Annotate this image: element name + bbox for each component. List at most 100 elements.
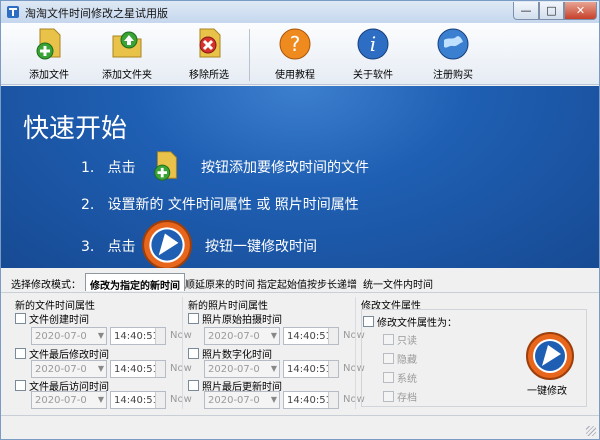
one-key-modify-button[interactable] [525, 331, 575, 381]
window-title: 淘淘文件时间修改之星试用版 [25, 7, 168, 20]
one-key-modify-label: 一键修改 [527, 386, 567, 397]
tutorial-button[interactable]: ? 使用教程 [263, 26, 327, 82]
mode-bar: 选择修改模式： 修改为指定的新时间 顺延原来的时间 指定起始值按步长递增 统一文… [1, 269, 599, 293]
remove-selected-label: 移除所选 [189, 70, 229, 81]
file-modified-date[interactable]: 2020-07-0 ▼ [31, 360, 107, 378]
file-time-panel: 新的文件时间属性 文件创建时间 2020-07-0 ▼ 14:40:51 Now … [15, 297, 192, 409]
panel-divider [182, 297, 183, 409]
tab-postpone-time[interactable]: 顺延原来的时间 [181, 273, 259, 291]
photo-digitized-row[interactable]: 照片数字化时间 [188, 346, 272, 361]
one-key-modify-icon [142, 220, 192, 268]
step-1-pre: 点击 [107, 160, 136, 176]
photo-digitized-label: 照片数字化时间 [202, 350, 272, 361]
step-1-post: 按钮添加要修改时间的文件 [201, 160, 369, 176]
step-3-pre: 点击 [107, 239, 136, 255]
add-file-label: 添加文件 [29, 70, 69, 81]
step-3-number: 3. [81, 239, 95, 255]
file-created-checkbox[interactable] [15, 313, 26, 324]
archive-option[interactable]: 存档 [383, 389, 417, 404]
readonly-option[interactable]: 只读 [383, 332, 417, 347]
status-bar [1, 415, 599, 439]
file-modified-time[interactable]: 14:40:51 [110, 360, 166, 378]
archive-label: 存档 [397, 393, 417, 404]
app-icon [7, 6, 19, 18]
photo-taken-checkbox[interactable] [188, 313, 199, 324]
photo-digitized-time[interactable]: 14:40:51 [283, 360, 339, 378]
toolbar-separator [249, 29, 250, 81]
step-2-number: 2. [81, 197, 95, 213]
system-label: 系统 [397, 374, 417, 385]
remove-file-icon [199, 28, 221, 58]
toolbar: 添加文件 添加文件夹 移除所选 ? 使用教程 i 关于软件 注册购买 [1, 23, 599, 85]
remove-selected-button[interactable]: 移除所选 [177, 26, 241, 82]
add-folder-icon [112, 31, 142, 58]
system-option[interactable]: 系统 [383, 370, 417, 385]
app-window: 淘淘文件时间修改之星试用版 — □ ✕ 添加文件 添加文件夹 移除所选 ? 使用… [0, 0, 600, 440]
file-created-label: 文件创建时间 [29, 315, 89, 326]
info-icon: i [357, 28, 389, 60]
title-bar: 淘淘文件时间修改之星试用版 — □ ✕ [1, 1, 599, 23]
tab-specified-time[interactable]: 修改为指定的新时间 [85, 273, 185, 292]
tab-step-increment[interactable]: 指定起始值按步长递增 [253, 273, 361, 291]
panel-divider [355, 297, 356, 409]
about-label: 关于软件 [353, 70, 393, 81]
about-button[interactable]: i 关于软件 [341, 26, 405, 82]
step-2: 2. 设置新的 文件时间属性 或 照片时间属性 [81, 194, 359, 214]
photo-updated-date[interactable]: 2020-07-0 ▼ [204, 391, 280, 409]
svg-text:?: ? [290, 32, 301, 56]
photo-taken-label: 照片原始拍摄时间 [202, 315, 282, 326]
add-folder-button[interactable]: 添加文件夹 [95, 26, 159, 82]
archive-checkbox[interactable] [383, 391, 394, 402]
register-label: 注册购买 [433, 70, 473, 81]
file-created-date[interactable]: 2020-07-0 ▼ [31, 327, 107, 345]
quick-start-banner: 快速开始 1. 点击 按钮添加要修改时间的文件 2. 设置新的 文件时间属性 或… [1, 86, 599, 268]
photo-taken-time[interactable]: 14:40:51 [283, 327, 339, 345]
register-button[interactable]: 注册购买 [421, 26, 485, 82]
photo-time-panel: 新的照片时间属性 照片原始拍摄时间 2020-07-0 ▼ 14:40:51 No… [188, 297, 365, 409]
file-modified-label: 文件最后修改时间 [29, 350, 109, 361]
minimize-button[interactable]: — [513, 2, 539, 20]
photo-updated-time[interactable]: 14:40:51 [283, 391, 339, 409]
step-3: 3. 点击 [81, 236, 135, 256]
system-checkbox[interactable] [383, 372, 394, 383]
file-time-title: 新的文件时间属性 [15, 301, 95, 312]
photo-digitized-date[interactable]: 2020-07-0 ▼ [204, 360, 280, 378]
file-accessed-checkbox[interactable] [15, 380, 26, 391]
photo-digitized-checkbox[interactable] [188, 348, 199, 359]
help-icon: ? [279, 28, 311, 60]
modify-attributes-label: 修改文件属性为： [377, 318, 457, 329]
hidden-label: 隐藏 [397, 355, 417, 366]
mode-label: 选择修改模式： [11, 280, 81, 291]
add-folder-label: 添加文件夹 [102, 70, 152, 81]
file-modified-checkbox[interactable] [15, 348, 26, 359]
add-file-icon [36, 28, 61, 60]
file-modified-row[interactable]: 文件最后修改时间 [15, 346, 109, 361]
file-created-time[interactable]: 14:40:51 [110, 327, 166, 345]
tutorial-label: 使用教程 [275, 70, 315, 81]
readonly-checkbox[interactable] [383, 334, 394, 345]
photo-time-title: 新的照片时间属性 [188, 301, 268, 312]
photo-taken-date[interactable]: 2020-07-0 ▼ [204, 327, 280, 345]
readonly-label: 只读 [397, 336, 417, 347]
resize-grip[interactable] [586, 426, 596, 436]
hidden-option[interactable]: 隐藏 [383, 351, 417, 366]
register-globe-icon [437, 28, 469, 60]
svg-text:i: i [370, 32, 376, 56]
file-accessed-time[interactable]: 14:40:51 [110, 391, 166, 409]
tab-unify-time[interactable]: 统一文件内时间 [359, 273, 437, 291]
close-button[interactable]: ✕ [564, 2, 597, 20]
file-created-row[interactable]: 文件创建时间 [15, 311, 89, 326]
banner-title: 快速开始 [23, 114, 128, 144]
hidden-checkbox[interactable] [383, 353, 394, 364]
step-1-number: 1. [81, 160, 95, 176]
step-1: 1. 点击 [81, 157, 135, 177]
modify-attributes-checkbox[interactable] [363, 316, 374, 327]
photo-taken-row[interactable]: 照片原始拍摄时间 [188, 311, 282, 326]
file-accessed-date[interactable]: 2020-07-0 ▼ [31, 391, 107, 409]
step-2-text: 设置新的 文件时间属性 或 照片时间属性 [107, 197, 359, 213]
maximize-button[interactable]: □ [539, 2, 564, 20]
photo-updated-checkbox[interactable] [188, 380, 199, 391]
step-3-post: 按钮一键修改时间 [205, 239, 317, 255]
modify-attributes-row[interactable]: 修改文件属性为： [363, 314, 457, 329]
add-file-button[interactable]: 添加文件 [17, 26, 81, 82]
